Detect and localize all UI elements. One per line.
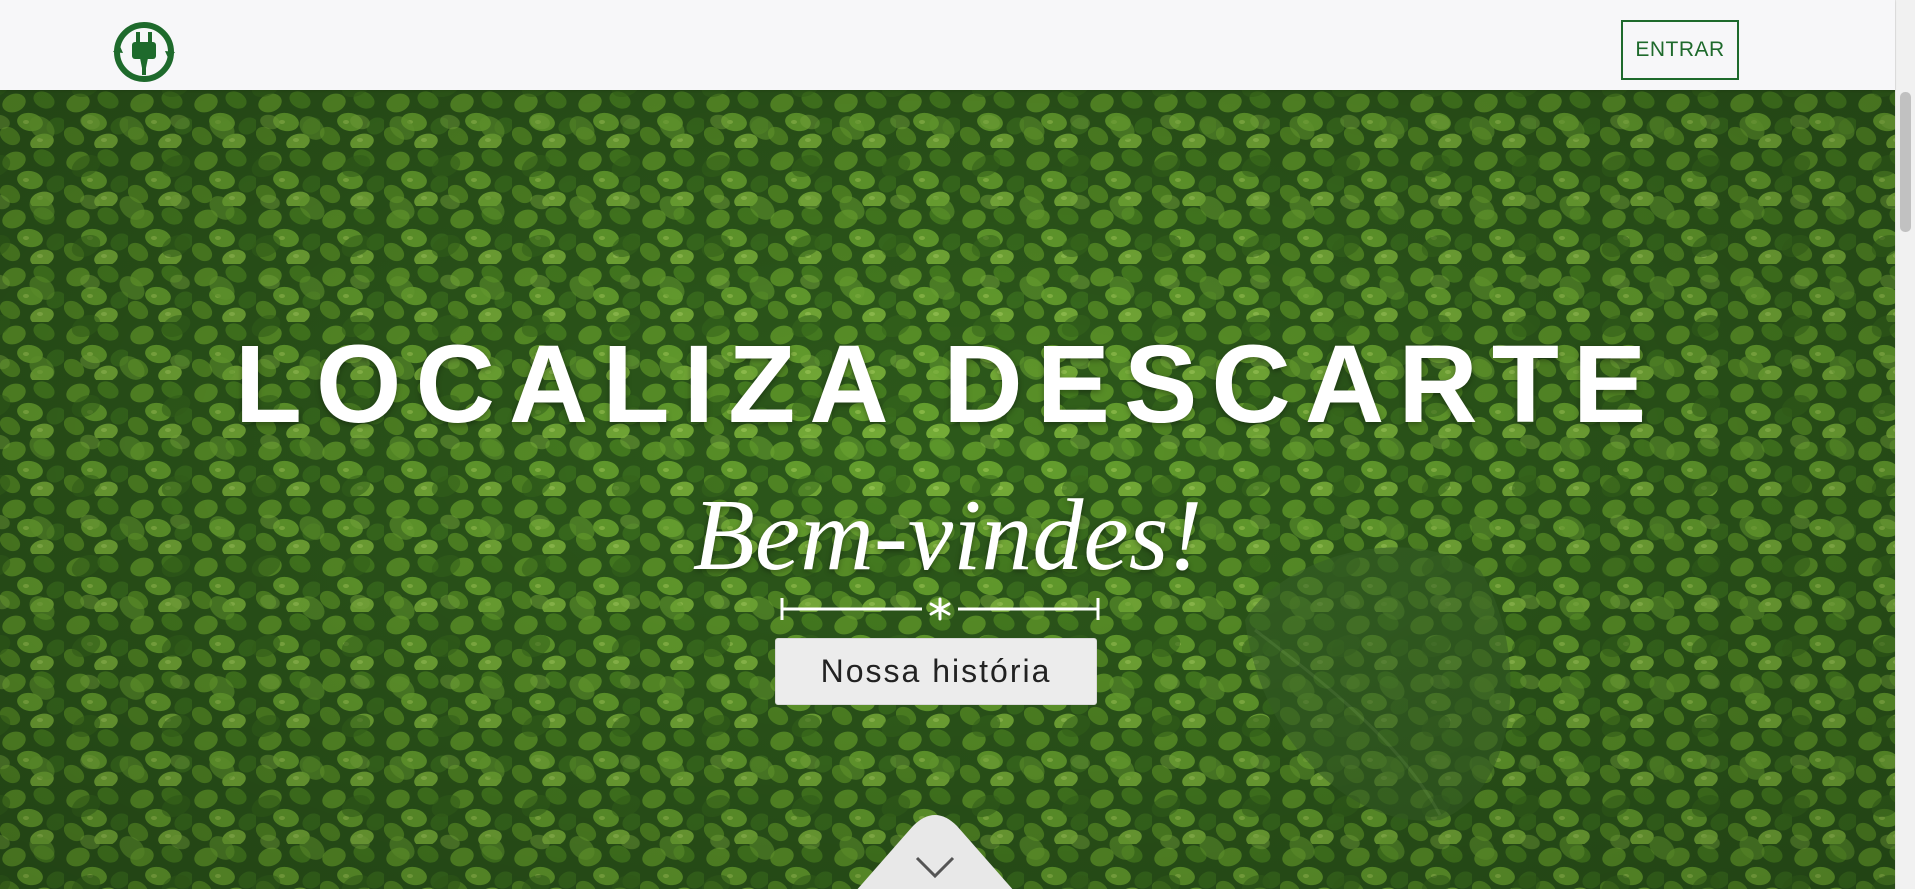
scrollbar-thumb[interactable]	[1900, 92, 1911, 232]
our-story-button[interactable]: Nossa história	[775, 638, 1097, 705]
top-navbar: ENTRAR	[0, 0, 1895, 90]
hero-subtitle: Bem-vindes!	[692, 479, 1203, 592]
page-scrollbar[interactable]	[1895, 0, 1915, 889]
page: ENTRAR LOCALIZA DESCARTE Bem-vindes! Nos…	[0, 0, 1915, 889]
hero-title: LOCALIZA DESCARTE	[234, 323, 1661, 446]
scroll-down-button[interactable]	[855, 812, 1015, 889]
logo[interactable]	[110, 20, 178, 84]
hero-section: LOCALIZA DESCARTE Bem-vindes! Nossa hist…	[0, 90, 1895, 889]
asterisk-divider-icon	[780, 597, 1100, 621]
plug-recycle-icon	[113, 22, 175, 82]
login-button[interactable]: ENTRAR	[1621, 20, 1739, 80]
